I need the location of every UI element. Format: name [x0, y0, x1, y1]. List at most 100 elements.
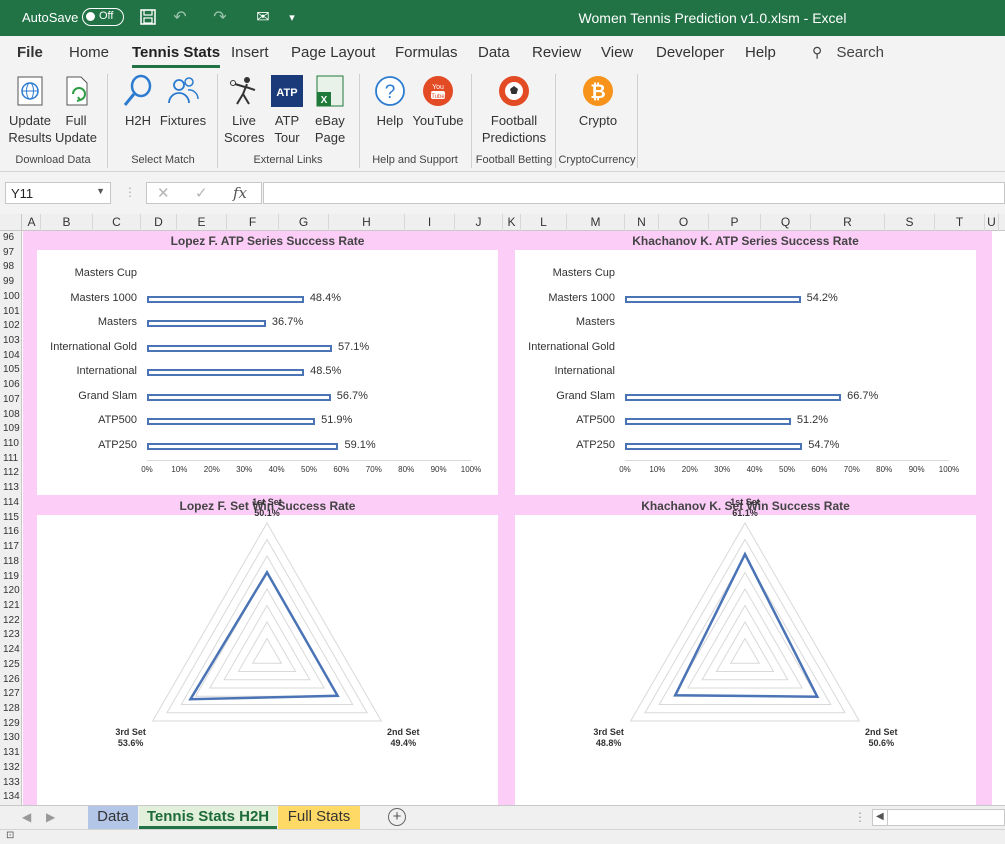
row-header-105[interactable]: 105 — [0, 363, 21, 378]
help-button[interactable]: ? Help — [370, 74, 410, 129]
row-header-111[interactable]: 111 — [0, 452, 21, 467]
column-header-h[interactable]: H — [329, 214, 405, 231]
khachanov-series-bar[interactable] — [625, 418, 791, 425]
column-header-m[interactable]: M — [567, 214, 625, 231]
row-header-126[interactable]: 126 — [0, 673, 21, 688]
lopez-series-bar[interactable] — [147, 418, 316, 425]
scroll-right-icon[interactable]: ▶ — [46, 810, 55, 824]
tab-help[interactable]: Help — [745, 44, 776, 61]
update-results-button[interactable]: Update Results — [8, 74, 52, 146]
column-header-n[interactable]: N — [625, 214, 659, 231]
row-header-116[interactable]: 116 — [0, 525, 21, 540]
crypto-button[interactable]: ₿ Crypto — [574, 74, 622, 129]
row-header-101[interactable]: 101 — [0, 305, 21, 320]
row-header-123[interactable]: 123 — [0, 628, 21, 643]
lopez-series-bar[interactable] — [147, 393, 331, 401]
row-header-108[interactable]: 108 — [0, 408, 21, 423]
row-header-128[interactable]: 128 — [0, 702, 21, 717]
chart-lopez-series[interactable]: Masters Cup Masters 1000 48.4% Masters 36.7%… — [37, 250, 498, 495]
row-header-133[interactable]: 133 — [0, 776, 21, 791]
insert-function-icon[interactable]: fx — [233, 184, 247, 202]
column-header-e[interactable]: E — [177, 214, 227, 231]
tab-splitter-icon[interactable]: ⋮ — [854, 810, 866, 824]
column-header-g[interactable]: G — [279, 214, 329, 231]
tab-page-layout[interactable]: Page Layout — [291, 44, 375, 61]
add-sheet-icon[interactable]: + — [388, 808, 406, 826]
row-header-96[interactable]: 96 — [0, 231, 21, 246]
chart-khachanov-series[interactable]: Masters Cup Masters 1000 54.2% Masters Inter… — [515, 250, 976, 495]
column-header-d[interactable]: D — [141, 214, 177, 231]
chart-khachanov-sets[interactable]: 1st Set 61.1% 2nd Set 50.6% 3rd Set 48.8% — [515, 497, 976, 805]
row-header-102[interactable]: 102 — [0, 319, 21, 334]
live-scores-button[interactable]: Live Scores — [224, 74, 264, 146]
column-header-k[interactable]: K — [503, 214, 521, 231]
row-header-100[interactable]: 100 — [0, 290, 21, 305]
column-header-l[interactable]: L — [521, 214, 567, 231]
sheet-tab-data[interactable]: Data — [88, 806, 138, 829]
column-header-b[interactable]: B — [41, 214, 93, 231]
row-header-121[interactable]: 121 — [0, 599, 21, 614]
row-header-109[interactable]: 109 — [0, 422, 21, 437]
tab-tennis-stats[interactable]: Tennis Stats — [132, 44, 221, 68]
select-all-corner[interactable] — [0, 214, 22, 231]
row-header-130[interactable]: 130 — [0, 731, 21, 746]
row-header-99[interactable]: 99 — [0, 275, 21, 290]
chevron-down-icon[interactable]: ▼ — [96, 186, 105, 196]
row-header-113[interactable]: 113 — [0, 481, 21, 496]
row-header-120[interactable]: 120 — [0, 584, 21, 599]
football-predictions-button[interactable]: Football Predictions — [478, 74, 550, 146]
column-header-i[interactable]: I — [405, 214, 455, 231]
column-header-a[interactable]: A — [23, 214, 41, 231]
column-header-o[interactable]: O — [659, 214, 709, 231]
tab-insert[interactable]: Insert — [231, 44, 269, 61]
cancel-icon[interactable]: ✕ — [157, 184, 170, 202]
search-box[interactable]: ⚲ Search — [812, 44, 884, 61]
row-header-134[interactable]: 134 — [0, 790, 21, 805]
sheet-tab-tennis-stats-h2h[interactable]: Tennis Stats H2H — [139, 806, 277, 829]
tab-developer[interactable]: Developer — [656, 44, 724, 61]
tab-review[interactable]: Review — [532, 44, 581, 61]
scroll-left-arrow-icon[interactable]: ◀ — [876, 811, 884, 822]
lopez-series-bar[interactable] — [147, 295, 304, 303]
horizontal-scrollbar[interactable]: ◀ — [872, 809, 1005, 826]
worksheet-grid[interactable]: Lopez F. ATP Series Success Rate Masters… — [23, 231, 1005, 805]
row-header-114[interactable]: 114 — [0, 496, 21, 511]
column-header-c[interactable]: C — [93, 214, 141, 231]
lopez-series-bar[interactable] — [147, 442, 339, 450]
sheet-tab-full-stats[interactable]: Full Stats — [278, 806, 360, 829]
column-header-u[interactable]: U — [985, 214, 999, 231]
column-header-s[interactable]: S — [885, 214, 935, 231]
row-header-117[interactable]: 117 — [0, 540, 21, 555]
atp-tour-button[interactable]: ATP ATP Tour — [268, 74, 306, 146]
column-header-j[interactable]: J — [455, 214, 503, 231]
chart-lopez-sets[interactable]: 1st Set 50.1% 2nd Set 49.4% 3rd Set 53.6% — [37, 497, 498, 805]
row-header-104[interactable]: 104 — [0, 349, 21, 364]
scroll-left-icon[interactable]: ◀ — [22, 810, 31, 824]
tab-home[interactable]: Home — [69, 44, 109, 61]
row-header-98[interactable]: 98 — [0, 260, 21, 275]
row-header-107[interactable]: 107 — [0, 393, 21, 408]
name-box[interactable]: Y11 ▼ — [5, 182, 111, 204]
row-header-112[interactable]: 112 — [0, 466, 21, 481]
lopez-series-bar[interactable] — [147, 369, 305, 376]
row-header-129[interactable]: 129 — [0, 717, 21, 732]
youtube-button[interactable]: You Tube YouTube — [411, 74, 465, 129]
row-header-118[interactable]: 118 — [0, 555, 21, 570]
tab-formulas[interactable]: Formulas — [395, 44, 458, 61]
row-header-115[interactable]: 115 — [0, 511, 21, 526]
tab-file[interactable]: File — [17, 44, 43, 61]
column-header-p[interactable]: P — [709, 214, 761, 231]
row-header-119[interactable]: 119 — [0, 570, 21, 585]
tab-data[interactable]: Data — [478, 44, 510, 61]
row-header-124[interactable]: 124 — [0, 643, 21, 658]
row-header-110[interactable]: 110 — [0, 437, 21, 452]
column-header-q[interactable]: Q — [761, 214, 811, 231]
macro-record-icon[interactable]: ⊡ — [6, 830, 14, 841]
row-header-97[interactable]: 97 — [0, 246, 21, 261]
enter-icon[interactable]: ✓ — [195, 184, 208, 202]
column-header-f[interactable]: F — [227, 214, 279, 231]
column-header-r[interactable]: R — [811, 214, 885, 231]
ebay-page-button[interactable]: X eBay Page — [310, 74, 350, 146]
row-header-127[interactable]: 127 — [0, 687, 21, 702]
tab-view[interactable]: View — [601, 44, 633, 61]
